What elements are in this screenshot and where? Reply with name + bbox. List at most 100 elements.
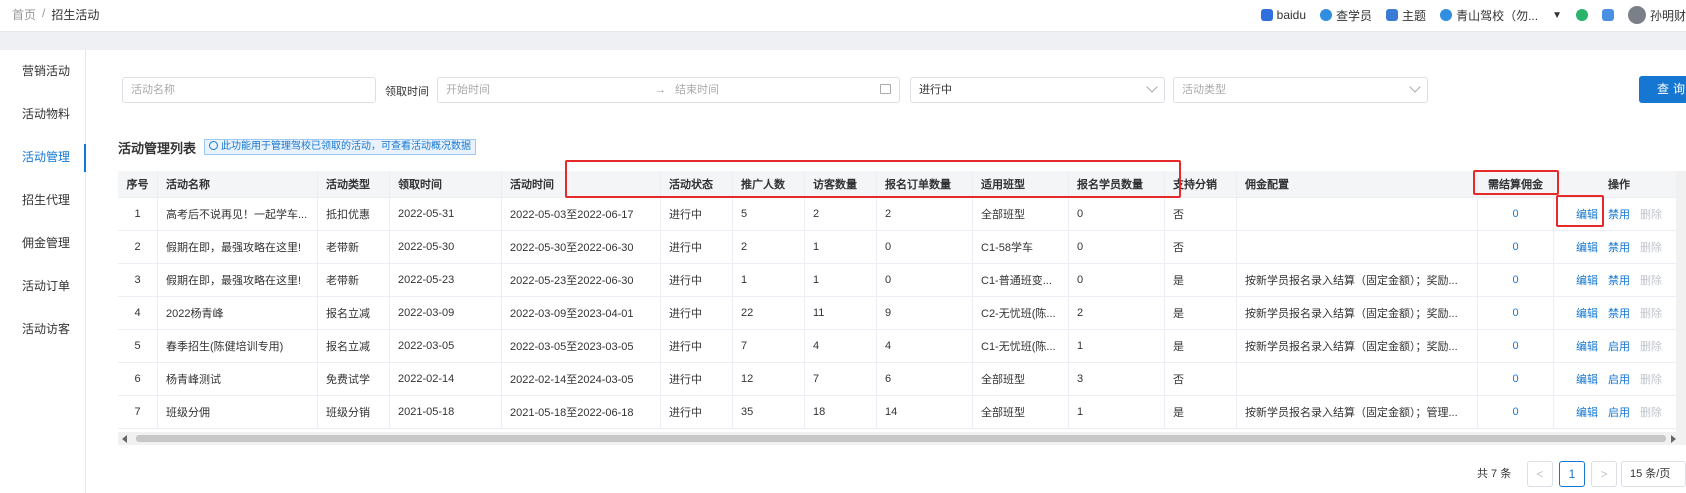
cell-dist: 是 xyxy=(1165,297,1237,329)
toggle-status-button[interactable]: 禁用 xyxy=(1608,206,1630,222)
prev-page-button[interactable]: < xyxy=(1527,461,1553,487)
delete-button[interactable]: 删除 xyxy=(1640,239,1662,255)
activity-table: 序号 活动名称 活动类型 领取时间 活动时间 活动状态 推广人数 访客数量 报名… xyxy=(118,171,1686,429)
cell-name: 假期在即，最强攻略在这里! xyxy=(158,231,318,263)
col-header: 适用班型 xyxy=(973,171,1069,197)
scroll-left-icon[interactable] xyxy=(122,435,127,443)
cell-settle[interactable]: 0 xyxy=(1478,264,1554,296)
cell-no: 7 xyxy=(118,396,158,428)
edit-button[interactable]: 编辑 xyxy=(1576,239,1598,255)
cell-visitors: 4 xyxy=(805,330,877,362)
cell-no: 3 xyxy=(118,264,158,296)
cell-type: 老带新 xyxy=(318,264,390,296)
cell-status: 进行中 xyxy=(661,198,733,230)
table-row: 6 杨青峰测试 免费试学 2022-02-14 2022-02-14至2024-03-0… xyxy=(118,363,1686,396)
cell-dist: 否 xyxy=(1165,198,1237,230)
delete-button[interactable]: 删除 xyxy=(1640,272,1662,288)
sidebar-item-materials[interactable]: 活动物料 xyxy=(0,93,85,136)
status-select[interactable]: 进行中 xyxy=(910,77,1165,103)
edit-button[interactable]: 编辑 xyxy=(1576,371,1598,387)
table-row: 4 2022杨青峰 报名立减 2022-03-09 2022-03-09至2023-04… xyxy=(118,297,1686,330)
cell-visitors: 1 xyxy=(805,231,877,263)
cell-settle[interactable]: 0 xyxy=(1478,396,1554,428)
cell-status: 进行中 xyxy=(661,264,733,296)
range-arrow: → xyxy=(655,84,666,96)
calendar-icon xyxy=(880,84,891,94)
toggle-status-button[interactable]: 启用 xyxy=(1608,371,1630,387)
cell-settle[interactable]: 0 xyxy=(1478,198,1554,230)
edit-button[interactable]: 编辑 xyxy=(1576,305,1598,321)
cell-receive: 2022-05-23 xyxy=(390,264,502,296)
cell-settle[interactable]: 0 xyxy=(1478,363,1554,395)
col-header: 活动时间 xyxy=(502,171,661,197)
find-learner-button[interactable]: 查学员 xyxy=(1320,7,1372,24)
info-hint-text: 此功能用于管理驾校已领取的活动，可查看活动概况数据 xyxy=(221,141,471,152)
school-selector[interactable]: 青山驾校（勿... ▼ xyxy=(1440,7,1562,24)
delete-button[interactable]: 删除 xyxy=(1640,206,1662,222)
page-size-select[interactable]: 15 条/页 xyxy=(1621,461,1686,487)
delete-button[interactable]: 删除 xyxy=(1640,305,1662,321)
sidebar-item-orders[interactable]: 活动订单 xyxy=(0,265,85,308)
baidu-icon xyxy=(1260,9,1273,21)
end-time-placeholder: 结束时间 xyxy=(675,84,719,96)
scroll-right-icon[interactable] xyxy=(1671,435,1676,443)
cell-receive: 2022-05-31 xyxy=(390,198,502,230)
table-row: 7 班级分佣 班级分销 2021-05-18 2021-05-18至2022-06-18… xyxy=(118,396,1686,429)
edit-button[interactable]: 编辑 xyxy=(1576,404,1598,420)
next-page-button[interactable]: > xyxy=(1591,461,1617,487)
sidebar-item-commission[interactable]: 佣金管理 xyxy=(0,222,85,265)
cell-settle[interactable]: 0 xyxy=(1478,297,1554,329)
delete-button[interactable]: 删除 xyxy=(1640,338,1662,354)
activity-type-select[interactable]: 活动类型 xyxy=(1173,77,1428,103)
edit-button[interactable]: 编辑 xyxy=(1576,338,1598,354)
cell-settle[interactable]: 0 xyxy=(1478,231,1554,263)
cell-receive: 2022-03-09 xyxy=(390,297,502,329)
col-header: 领取时间 xyxy=(390,171,502,197)
sidebar-item-visitors[interactable]: 活动访客 xyxy=(0,308,85,351)
row-actions: 编辑 禁用 删除 xyxy=(1554,297,1684,329)
vertical-scrollbar[interactable] xyxy=(1676,171,1686,432)
user-menu[interactable]: 孙明财 xyxy=(1627,6,1686,24)
edit-button[interactable]: 编辑 xyxy=(1576,272,1598,288)
cell-type: 报名立减 xyxy=(318,330,390,362)
sidebar-item-agents[interactable]: 招生代理 xyxy=(0,179,85,222)
delete-button[interactable]: 删除 xyxy=(1640,404,1662,420)
toggle-status-button[interactable]: 禁用 xyxy=(1608,305,1630,321)
toggle-status-button[interactable]: 启用 xyxy=(1608,404,1630,420)
sidebar-item-marketing[interactable]: 营销活动 xyxy=(0,50,85,93)
cell-orders: 4 xyxy=(877,330,973,362)
shirt-icon xyxy=(1386,9,1399,21)
cell-dist: 否 xyxy=(1165,363,1237,395)
sidebar-item-activity-management[interactable]: 活动管理 xyxy=(0,136,86,179)
cell-visitors: 2 xyxy=(805,198,877,230)
row-actions: 编辑 禁用 删除 xyxy=(1554,231,1684,263)
info-hint: 此功能用于管理驾校已领取的活动，可查看活动概况数据 xyxy=(204,139,476,155)
page-1-button[interactable]: 1 xyxy=(1559,461,1585,487)
delete-button[interactable]: 删除 xyxy=(1640,371,1662,387)
baidu-link[interactable]: baidu xyxy=(1260,8,1306,22)
horizontal-scrollbar[interactable] xyxy=(118,432,1686,445)
theme-button[interactable]: 主题 xyxy=(1386,7,1426,24)
cell-settle[interactable]: 0 xyxy=(1478,330,1554,362)
top-toolbar: baidu 查学员 主题 青山驾校（勿... ▼ 孙明财 xyxy=(1260,6,1686,24)
scroll-thumb[interactable] xyxy=(136,435,1666,442)
query-button[interactable]: 查询 xyxy=(1639,76,1686,103)
cell-promoters: 35 xyxy=(733,396,805,428)
col-header: 需结算佣金 xyxy=(1478,171,1554,197)
edit-button[interactable]: 编辑 xyxy=(1576,206,1598,222)
date-range-picker[interactable]: 开始时间 → 结束时间 xyxy=(437,77,900,103)
breadcrumb-home[interactable]: 首页 xyxy=(12,6,36,23)
cell-period: 2022-05-23至2022-06-30 xyxy=(502,264,661,296)
activity-name-input[interactable]: 活动名称 xyxy=(122,77,376,103)
refresh-icon[interactable] xyxy=(1575,9,1588,21)
monitor-icon[interactable] xyxy=(1601,9,1614,21)
toggle-status-button[interactable]: 启用 xyxy=(1608,338,1630,354)
cell-students: 0 xyxy=(1069,231,1165,263)
table-body: 1 高考后不说再见！一起学车... 抵扣优惠 2022-05-31 2022-05-03… xyxy=(118,198,1686,429)
school-icon xyxy=(1440,9,1453,21)
cell-dist: 否 xyxy=(1165,231,1237,263)
cell-receive: 2021-05-18 xyxy=(390,396,502,428)
toggle-status-button[interactable]: 禁用 xyxy=(1608,272,1630,288)
col-header: 操作 xyxy=(1608,179,1630,191)
toggle-status-button[interactable]: 禁用 xyxy=(1608,239,1630,255)
